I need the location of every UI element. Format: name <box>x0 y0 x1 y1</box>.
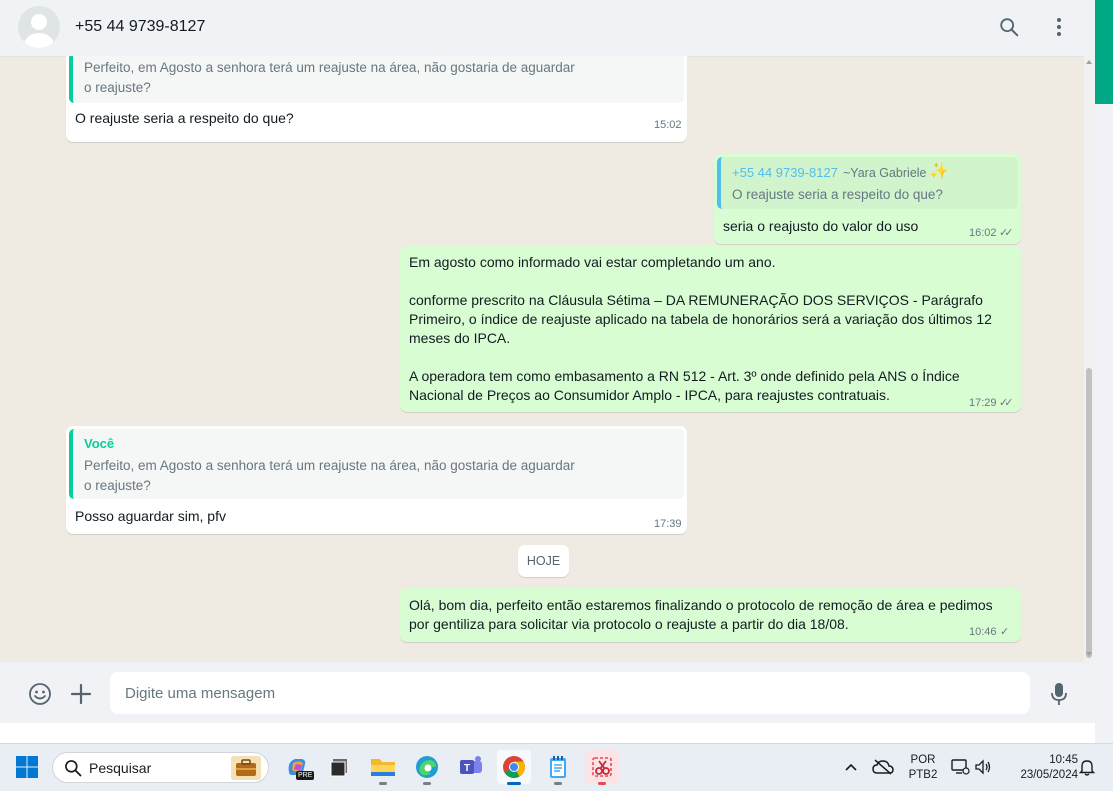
clock[interactable]: 10:45 23/05/2024 <box>1002 753 1078 783</box>
work-briefcase-icon[interactable] <box>231 756 261 780</box>
cloud-offline-icon[interactable] <box>868 750 898 784</box>
scroll-up-icon[interactable] <box>1086 60 1092 64</box>
taskbar-search[interactable]: Pesquisar <box>52 752 269 783</box>
message-bubble-incoming[interactable]: Perfeito, em Agosto a senhora terá um re… <box>66 56 687 142</box>
quoted-text: O reajuste seria a respeito do que? <box>732 187 943 202</box>
preview-badge: PRE <box>296 771 315 780</box>
message-composer <box>0 662 1095 723</box>
message-text: seria o reajusto do valor do uso <box>723 218 919 234</box>
edge-icon[interactable] <box>410 750 444 785</box>
quoted-author: +55 44 9739-8127 <box>732 165 838 180</box>
chat-scrollbar[interactable] <box>1084 56 1095 662</box>
double-check-icon: ✓✓ <box>999 397 1014 409</box>
message-text: Olá, bom dia, perfeito então estaremos f… <box>409 597 993 632</box>
notepad-icon[interactable] <box>541 750 575 785</box>
quoted-author: Você <box>84 436 115 451</box>
message-time: 15:02 <box>654 119 682 131</box>
double-check-icon: ✓✓ <box>999 227 1014 239</box>
message-list: Perfeito, em Agosto a senhora terá um re… <box>0 56 1095 662</box>
message-bubble-outgoing[interactable]: +55 44 9739-8127 ~Yara Gabriele ✨ O reaj… <box>714 154 1021 244</box>
clock-date: 23/05/2024 <box>1020 769 1078 781</box>
message-text: Em agosto como informado vai estar compl… <box>409 254 992 403</box>
task-view-icon[interactable] <box>322 750 356 784</box>
start-icon[interactable] <box>10 750 44 784</box>
language-label: POR <box>910 754 936 766</box>
message-bubble-outgoing[interactable]: Olá, bom dia, perfeito então estaremos f… <box>400 588 1021 642</box>
message-time: 10:46 <box>969 626 997 638</box>
scroll-thumb[interactable] <box>1086 368 1092 658</box>
quoted-message[interactable]: Perfeito, em Agosto a senhora terá um re… <box>69 56 684 103</box>
search-icon <box>65 760 82 777</box>
more-vertical-icon[interactable] <box>1046 14 1072 40</box>
chrome-icon[interactable] <box>497 750 531 785</box>
svg-text:T: T <box>464 763 470 774</box>
search-label: Pesquisar <box>89 760 152 776</box>
message-text: Posso aguardar sim, pfv <box>75 508 226 524</box>
message-time: 17:39 <box>654 518 682 530</box>
quoted-message[interactable]: Você Perfeito, em Agosto a senhora terá … <box>69 429 684 499</box>
date-separator: HOJE <box>518 545 569 577</box>
contact-avatar[interactable] <box>18 6 60 48</box>
message-bubble-outgoing[interactable]: Em agosto como informado vai estar compl… <box>400 246 1021 412</box>
contact-name[interactable]: +55 44 9739-8127 <box>75 18 205 36</box>
plus-icon[interactable] <box>67 680 95 708</box>
message-time: 17:29 <box>969 397 997 409</box>
file-explorer-icon[interactable] <box>366 750 400 785</box>
message-text: O reajuste seria a respeito do que? <box>75 110 294 126</box>
windows-taskbar: Pesquisar PRE T POR PTB2 10:45 23/05/202… <box>0 743 1113 791</box>
quoted-text: Perfeito, em Agosto a senhora terá um re… <box>84 458 575 493</box>
language-indicator[interactable]: POR PTB2 <box>906 753 940 783</box>
clock-time: 10:45 <box>1049 754 1078 766</box>
quoted-text: Perfeito, em Agosto a senhora terá um re… <box>84 60 575 95</box>
message-input[interactable] <box>110 672 1030 714</box>
volume-icon[interactable] <box>970 750 996 784</box>
message-bubble-incoming[interactable]: Você Perfeito, em Agosto a senhora terá … <box>66 426 687 534</box>
sparkles-icon: ✨ <box>929 163 949 180</box>
quoted-author-name: ~Yara Gabriele <box>843 166 927 180</box>
microphone-icon[interactable] <box>1045 680 1073 708</box>
snipping-tool-icon[interactable] <box>585 750 619 785</box>
quoted-message[interactable]: +55 44 9739-8127 ~Yara Gabriele ✨ O reaj… <box>717 157 1018 209</box>
copilot-icon[interactable]: PRE <box>280 750 315 784</box>
message-time: 16:02 <box>969 227 997 239</box>
chat-header: +55 44 9739-8127 <box>0 0 1095 57</box>
background-window-strip <box>1095 0 1113 743</box>
teams-icon[interactable]: T <box>454 750 488 784</box>
keyboard-label: PTB2 <box>908 769 938 781</box>
scroll-down-icon[interactable] <box>1086 652 1092 656</box>
check-icon: ✓ <box>1000 626 1010 638</box>
chevron-up-icon[interactable] <box>836 750 866 784</box>
whatsapp-window: +55 44 9739-8127 Perfeito, em Agosto a s… <box>0 0 1095 723</box>
emoji-icon[interactable] <box>26 680 54 708</box>
search-icon[interactable] <box>996 14 1022 40</box>
notification-bell-icon[interactable] <box>1076 750 1098 784</box>
